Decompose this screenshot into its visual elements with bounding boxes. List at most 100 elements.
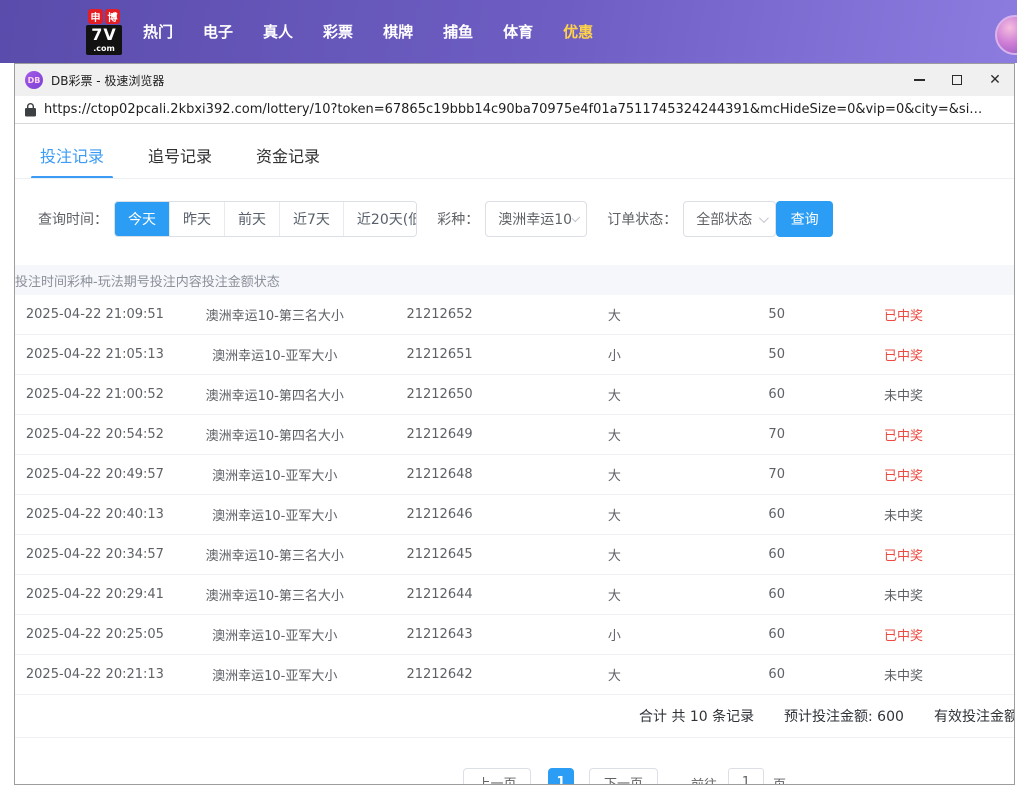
logo-7v-text: 7V [86, 25, 122, 44]
status-cell: 未中奖 [829, 665, 1014, 684]
table-row[interactable]: 2025-04-22 20:34:57 澳洲幸运10-第三名大小 2121264… [15, 535, 1014, 575]
user-avatar[interactable] [995, 15, 1017, 55]
time-filter-button[interactable]: 昨天 [169, 202, 224, 236]
prev-page-button[interactable]: 上一页 [463, 768, 531, 785]
time-filter-button[interactable]: 近7天 [279, 202, 343, 236]
time-filter-button[interactable]: 今天 [115, 202, 169, 236]
bet-amount-cell: 50 [724, 347, 829, 362]
bet-time-cell: 2025-04-22 20:29:41 [15, 587, 175, 602]
nav-item[interactable]: 彩票 [323, 21, 353, 42]
time-filter-group: 今天昨天前天近7天近20天(低频) [114, 201, 417, 237]
page: 申 博 7V .com 热门 电子 真人 彩票 棋牌 捕鱼 体育 优惠 DB DB彩票 - 极… [0, 0, 1017, 785]
goto-page-input[interactable] [728, 768, 764, 785]
table-row[interactable]: 2025-04-22 20:21:13 澳洲幸运10-亚军大小 21212642… [15, 655, 1014, 695]
bet-content-cell: 小 [504, 345, 724, 364]
bet-amount-cell: 60 [724, 387, 829, 402]
bet-amount-cell: 60 [724, 627, 829, 642]
logo-badges: 申 博 [86, 9, 122, 24]
window-title: DB彩票 - 极速浏览器 [51, 72, 164, 89]
tab-label: 资金记录 [256, 147, 320, 166]
order-status-select-value: 全部状态 [696, 209, 752, 229]
bet-amount-cell: 50 [724, 307, 829, 322]
table-row[interactable]: 2025-04-22 20:54:52 澳洲幸运10-第四名大小 2121264… [15, 415, 1014, 455]
tab-label: 追号记录 [148, 147, 212, 166]
lottery-select[interactable]: 澳洲幸运10 [485, 201, 587, 237]
nav-item[interactable]: 优惠 [563, 21, 593, 42]
bet-content-cell: 大 [504, 425, 724, 444]
record-tab[interactable]: 投注记录 [40, 137, 104, 181]
issue-number-cell: 21212644 [375, 587, 505, 602]
table-row[interactable]: 2025-04-22 20:49:57 澳洲幸运10-亚军大小 21212648… [15, 455, 1014, 495]
window-controls: ✕ [900, 64, 1014, 96]
bet-time-cell: 2025-04-22 20:25:05 [15, 627, 175, 642]
issue-number-cell: 21212652 [375, 307, 505, 322]
close-icon[interactable]: ✕ [976, 64, 1014, 96]
address-bar: https://ctop02pcali.2kbxi392.com/lottery… [15, 96, 1014, 124]
table-body: 2025-04-22 21:09:51 澳洲幸运10-第三名大小 2121265… [15, 295, 1014, 695]
bet-records-table: 投注时间彩种-玩法期号投注内容投注金额状态 2025-04-22 21:09:5… [15, 265, 1014, 695]
column-header: 期号 [124, 271, 150, 290]
nav-item[interactable]: 真人 [263, 21, 293, 42]
issue-number-cell: 21212648 [375, 467, 505, 482]
issue-number-cell: 21212643 [375, 627, 505, 642]
time-filter-button[interactable]: 前天 [224, 202, 279, 236]
table-row[interactable]: 2025-04-22 20:25:05 澳洲幸运10-亚军大小 21212643… [15, 615, 1014, 655]
nav-item[interactable]: 电子 [203, 21, 233, 42]
issue-number-cell: 21212649 [375, 427, 505, 442]
table-row[interactable]: 2025-04-22 21:00:52 澳洲幸运10-第四名大小 2121265… [15, 375, 1014, 415]
browser-window: DB DB彩票 - 极速浏览器 ✕ https://ctop02pcali.2k… [14, 63, 1015, 785]
bet-amount-cell: 70 [724, 427, 829, 442]
table-row[interactable]: 2025-04-22 20:40:13 澳洲幸运10-亚军大小 21212646… [15, 495, 1014, 535]
logo-badge-shen: 申 [88, 9, 103, 24]
bet-content-cell: 大 [504, 585, 724, 604]
bet-amount-cell: 70 [724, 467, 829, 482]
status-cell: 已中奖 [829, 465, 1014, 484]
window-titlebar: DB DB彩票 - 极速浏览器 ✕ [15, 64, 1014, 96]
valid-bet-amount-text: 有效投注金额 [934, 706, 1015, 726]
main-nav: 热门 电子 真人 彩票 棋牌 捕鱼 体育 优惠 [143, 0, 593, 63]
total-records-text: 合计 共 10 条记录 [639, 706, 754, 726]
nav-item[interactable]: 棋牌 [383, 21, 413, 42]
pagination: 上一页 1 下一页 前往 页 [15, 768, 1014, 785]
minimize-icon[interactable] [900, 64, 938, 96]
time-filter-button[interactable]: 近20天(低频) [343, 202, 417, 236]
tab-label: 投注记录 [40, 147, 104, 166]
chevron-down-icon [572, 213, 581, 222]
bet-amount-cell: 60 [724, 667, 829, 682]
bet-time-cell: 2025-04-22 20:40:13 [15, 507, 175, 522]
game-play-cell: 澳洲幸运10-第四名大小 [175, 385, 375, 404]
table-header-row: 投注时间彩种-玩法期号投注内容投注金额状态 [15, 265, 1014, 295]
page-number-button[interactable]: 1 [548, 768, 574, 785]
status-cell: 已中奖 [829, 625, 1014, 644]
issue-number-cell: 21212646 [375, 507, 505, 522]
game-play-cell: 澳洲幸运10-第三名大小 [175, 585, 375, 604]
column-header: 投注内容 [150, 271, 202, 290]
next-page-button[interactable]: 下一页 [589, 768, 658, 785]
site-logo[interactable]: 申 博 7V .com [86, 9, 122, 55]
status-cell: 未中奖 [829, 385, 1014, 404]
table-row[interactable]: 2025-04-22 20:29:41 澳洲幸运10-第三名大小 2121264… [15, 575, 1014, 615]
game-play-cell: 澳洲幸运10-亚军大小 [175, 665, 375, 684]
record-tab[interactable]: 资金记录 [256, 137, 320, 181]
bet-time-cell: 2025-04-22 21:05:13 [15, 347, 175, 362]
game-play-cell: 澳洲幸运10-第四名大小 [175, 425, 375, 444]
tabs-divider [15, 178, 1014, 179]
nav-item[interactable]: 捕鱼 [443, 21, 473, 42]
filter-bar: 查询时间： 今天昨天前天近7天近20天(低频) 彩种： 澳洲幸运10 订单状态：… [38, 201, 1014, 237]
record-tab[interactable]: 追号记录 [148, 137, 212, 181]
bet-time-cell: 2025-04-22 21:00:52 [15, 387, 175, 402]
nav-item[interactable]: 热门 [143, 21, 173, 42]
order-status-select[interactable]: 全部状态 [683, 201, 776, 237]
table-row[interactable]: 2025-04-22 21:05:13 澳洲幸运10-亚军大小 21212651… [15, 335, 1014, 375]
column-header: 彩种-玩法 [67, 271, 124, 290]
table-row[interactable]: 2025-04-22 21:09:51 澳洲幸运10-第三名大小 2121265… [15, 295, 1014, 335]
status-cell: 已中奖 [829, 305, 1014, 324]
bet-amount-cell: 60 [724, 507, 829, 522]
query-button[interactable]: 查询 [776, 201, 833, 237]
expected-bet-amount-text: 预计投注金额: 600 [784, 706, 904, 726]
nav-item[interactable]: 体育 [503, 21, 533, 42]
bet-amount-cell: 60 [724, 587, 829, 602]
maximize-icon[interactable] [938, 64, 976, 96]
url-text[interactable]: https://ctop02pcali.2kbxi392.com/lottery… [44, 102, 982, 117]
bet-time-cell: 2025-04-22 20:21:13 [15, 667, 175, 682]
